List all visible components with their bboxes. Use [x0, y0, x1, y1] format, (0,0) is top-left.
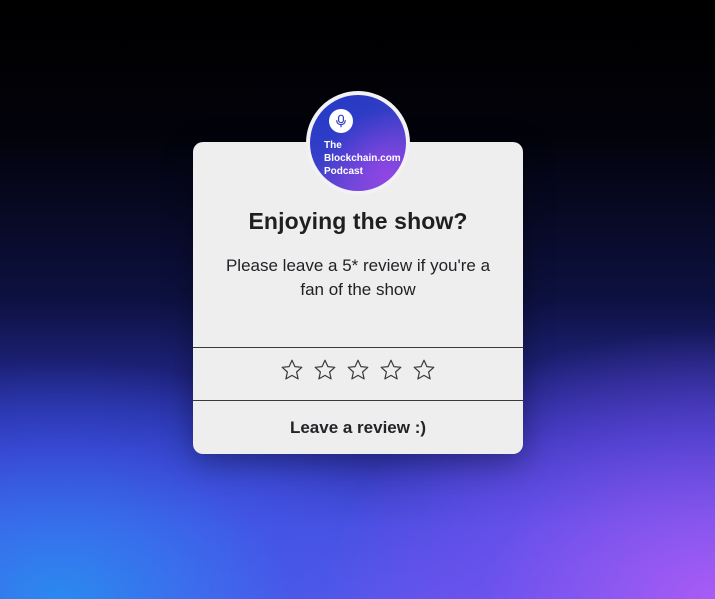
dialog-message: Please leave a 5* review if you're a fan… [225, 256, 491, 299]
star-rating [193, 358, 523, 390]
divider [193, 347, 523, 348]
podcast-name-line: Podcast [324, 166, 363, 177]
podcast-name: The Blockchain.com Podcast [324, 139, 401, 178]
podcast-avatar: The Blockchain.com Podcast [306, 91, 410, 195]
dialog-title: Enjoying the show? [248, 208, 468, 234]
star-1-icon[interactable] [280, 358, 304, 382]
microphone-icon [329, 109, 353, 133]
podcast-name-line: The [324, 140, 342, 151]
podcast-logo: The Blockchain.com Podcast [310, 95, 406, 191]
star-2-icon[interactable] [313, 358, 337, 382]
star-4-icon[interactable] [379, 358, 403, 382]
star-3-icon[interactable] [346, 358, 370, 382]
podcast-name-line: Blockchain.com [324, 153, 401, 164]
star-5-icon[interactable] [412, 358, 436, 382]
leave-review-button[interactable]: Leave a review :) [193, 401, 523, 454]
